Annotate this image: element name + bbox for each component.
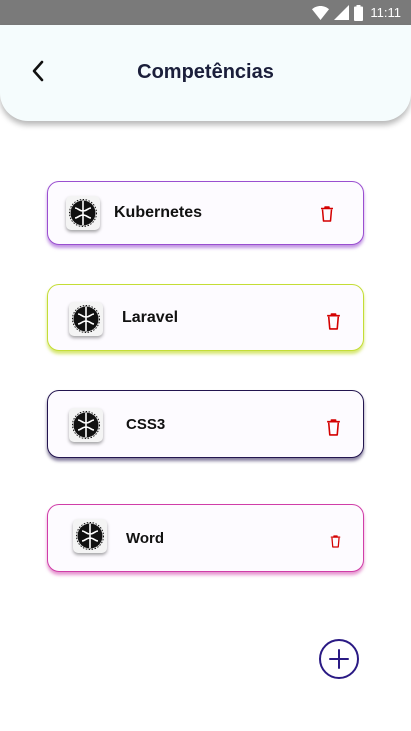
- brain-icon: [66, 196, 100, 230]
- battery-icon: [354, 4, 364, 21]
- skill-name: Word: [126, 529, 165, 547]
- skill-card-laravel[interactable]: Laravel: [47, 284, 364, 351]
- trash-icon: [326, 312, 340, 330]
- delete-button[interactable]: [324, 310, 342, 332]
- delete-button[interactable]: [329, 534, 341, 548]
- trash-icon: [326, 418, 340, 436]
- skill-card-css3[interactable]: CSS3: [47, 390, 364, 458]
- add-skill-button[interactable]: [319, 639, 359, 679]
- skill-card-word[interactable]: Word: [47, 504, 364, 572]
- header: Competências: [0, 25, 411, 121]
- skill-card-kubernetes[interactable]: Kubernetes: [47, 181, 364, 245]
- status-time: 11:11: [370, 5, 401, 20]
- trash-icon: [321, 206, 333, 222]
- skill-name: CSS3: [126, 415, 166, 433]
- status-icons: 11:11: [312, 4, 401, 21]
- skill-name: Kubernetes: [114, 204, 203, 221]
- signal-icon: [334, 5, 350, 20]
- plus-icon: [329, 649, 349, 669]
- brain-icon: [73, 519, 107, 553]
- delete-button[interactable]: [324, 416, 342, 438]
- brain-icon: [69, 302, 103, 336]
- trash-icon: [330, 534, 340, 548]
- skill-name: Laravel: [122, 308, 179, 326]
- brain-icon: [69, 408, 103, 442]
- status-bar: 11:11: [0, 0, 411, 25]
- wifi-icon: [312, 5, 330, 20]
- page-title: Competências: [137, 61, 274, 83]
- delete-button[interactable]: [318, 203, 336, 225]
